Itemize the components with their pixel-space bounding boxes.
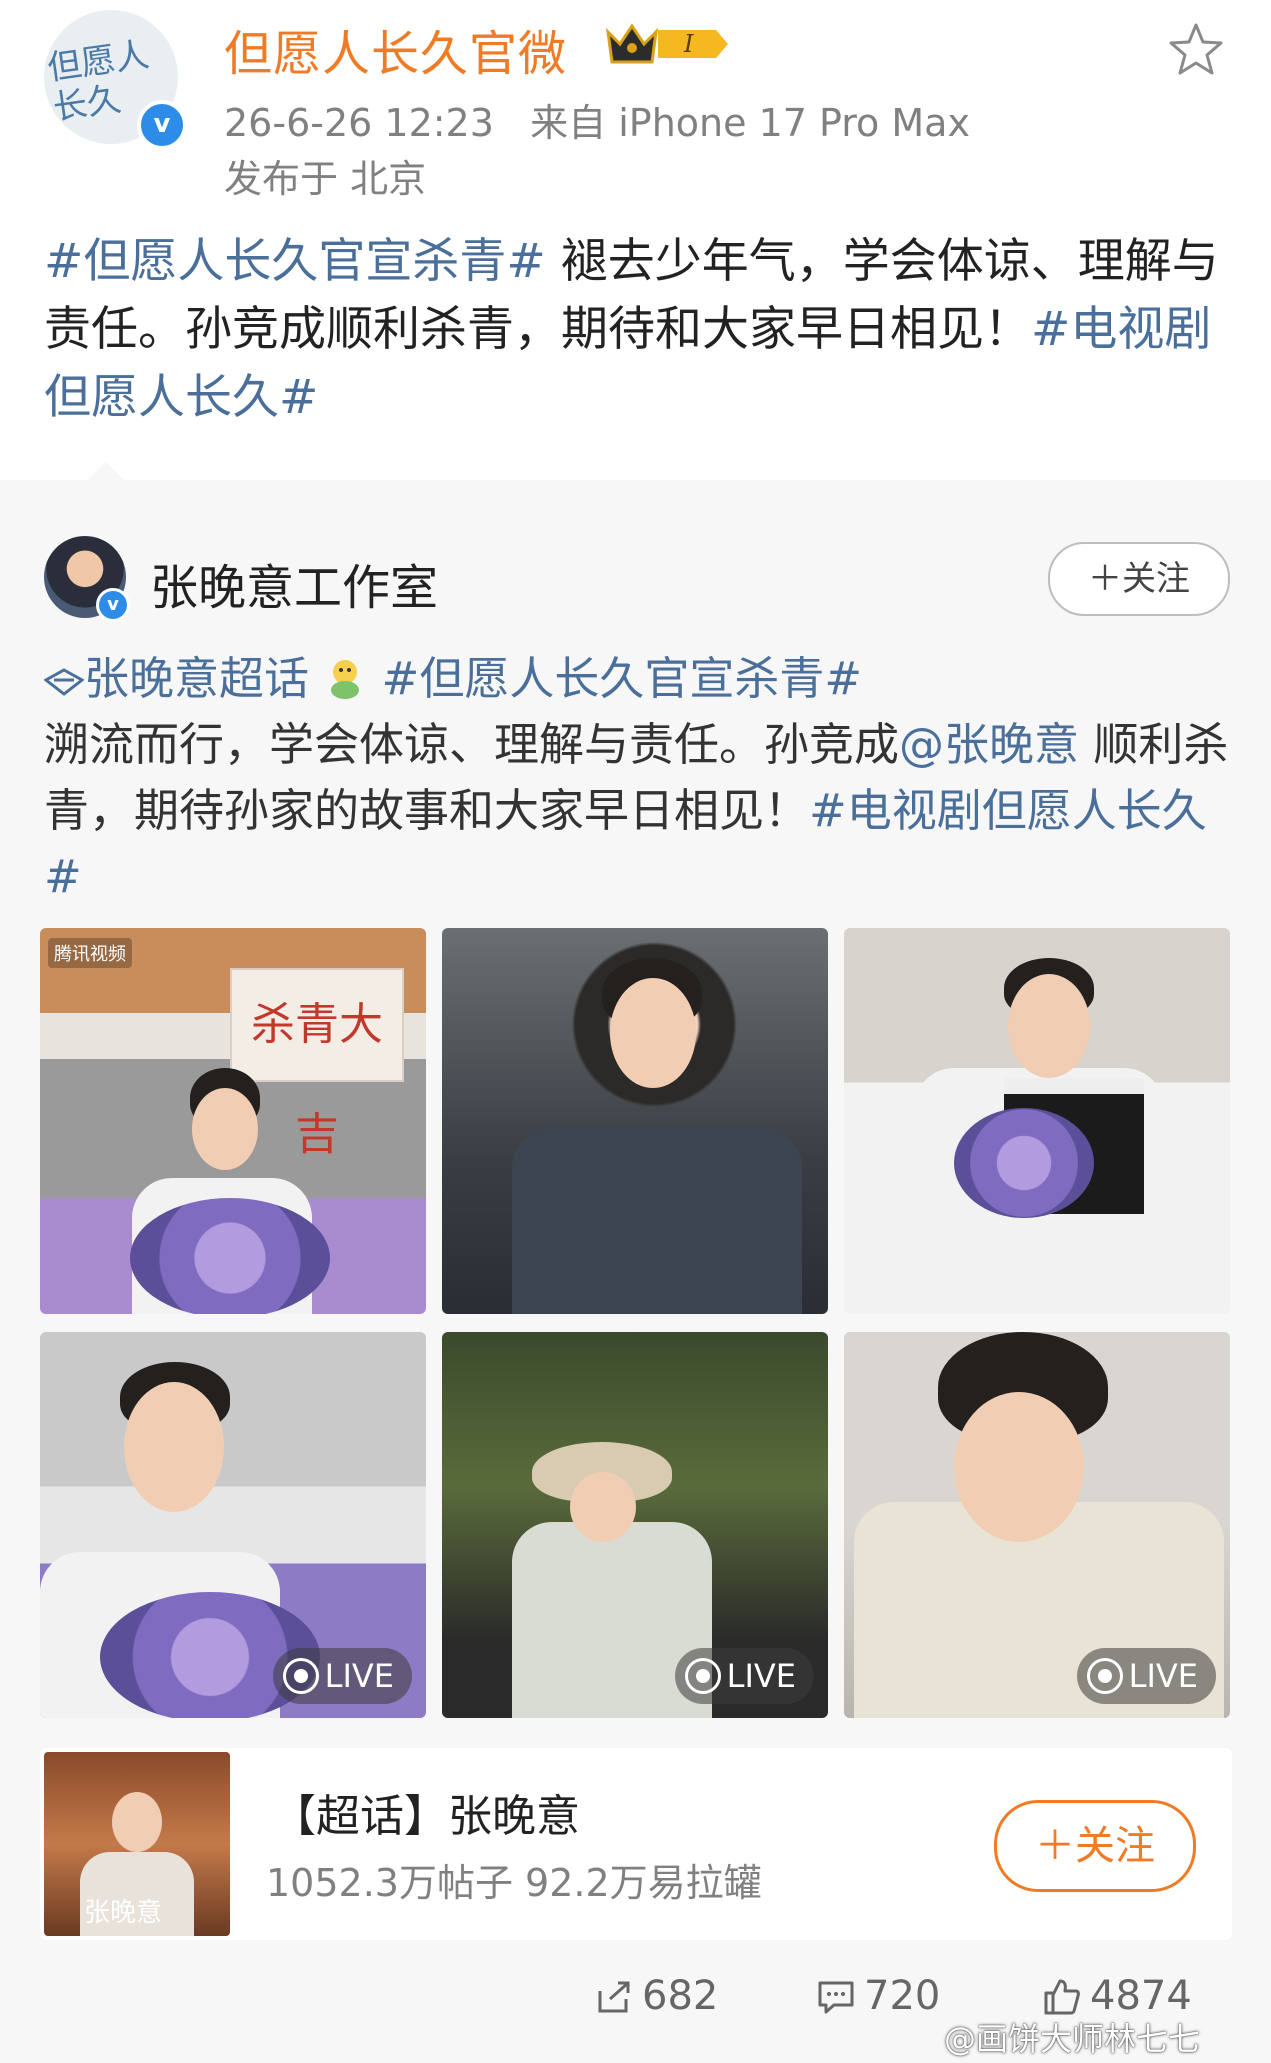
photo-flowers [954, 1108, 1094, 1218]
comment-count: 720 [864, 1973, 941, 2019]
like-icon [1044, 1979, 1080, 2015]
favorite-star-icon[interactable] [1166, 20, 1226, 80]
follow-button[interactable]: ＋关注 [1048, 542, 1230, 616]
repost-icon [598, 1981, 630, 2013]
repost-count: 682 [642, 1973, 719, 2019]
photo-figure [512, 1128, 802, 1314]
supertopic-thumbnail: 张晚意 [44, 1752, 230, 1936]
photo-thumbnail[interactable] [442, 928, 828, 1314]
verified-icon: v [96, 588, 130, 622]
live-label: LIVE [1128, 1657, 1198, 1695]
repost-button[interactable]: 682 [594, 1966, 718, 2026]
hashtag-link[interactable]: #但愿人长久官宣杀青# [44, 234, 546, 289]
badge-level: I [683, 30, 694, 58]
supertopic-card[interactable]: 张晚意 【超话】张晚意 1052.3万帖子 92.2万易拉罐 ＋关注 [40, 1748, 1232, 1940]
supertopic-title: 【超话】张晚意 [272, 1791, 580, 1842]
photo-figure [192, 1088, 258, 1170]
photo-figure [124, 1382, 224, 1512]
post-location: 发布于 北京 [224, 157, 427, 201]
thumb-name: 张晚意 [84, 1898, 163, 1928]
live-icon [282, 1658, 319, 1694]
photo-thumbnail[interactable] [844, 928, 1230, 1314]
original-post: 但愿人长久 v 但愿人长久官微 I 26-6-26 12:23 来自 iPhon… [0, 0, 1271, 480]
live-icon [684, 1658, 721, 1694]
photo-figure [570, 1472, 636, 1542]
photo-thumbnail[interactable]: 腾讯视频 杀青大吉 [40, 928, 426, 1314]
author-name[interactable]: 但愿人长久官微 [224, 14, 567, 84]
thumb-figure [112, 1792, 162, 1852]
live-photo-thumbnail[interactable]: LIVE [844, 1332, 1230, 1718]
repost-caret [86, 462, 126, 482]
wrap-card: 杀青大吉 [230, 968, 404, 1160]
hashtag-link[interactable]: #但愿人长久官宣杀青# [382, 652, 862, 705]
supertopic-stats: 1052.3万帖子 92.2万易拉罐 [266, 1861, 762, 1905]
supertopic-follow-button[interactable]: ＋关注 [994, 1800, 1196, 1892]
crown-badge-icon[interactable]: I [604, 18, 734, 70]
image-grid: 腾讯视频 杀青大吉 LIVE LIVE LIVE [40, 928, 1232, 1718]
weibo-watermark: @画饼大师林七七 [944, 2020, 1201, 2058]
live-label: LIVE [726, 1657, 796, 1695]
comment-button[interactable]: 720 [816, 1966, 940, 2026]
like-count: 4874 [1090, 1973, 1192, 2019]
live-photo-thumbnail[interactable]: LIVE [442, 1332, 828, 1718]
live-photo-thumbnail[interactable]: LIVE [40, 1332, 426, 1718]
repost-author-name[interactable]: 张晚意工作室 [150, 548, 438, 618]
baby-duck-emoji-icon [331, 660, 360, 699]
post-meta: 26-6-26 12:23 来自 iPhone 17 Pro Max [224, 92, 970, 147]
tencent-video-label: 腾讯视频 [48, 938, 132, 968]
photo-flowers [130, 1198, 330, 1314]
comment-icon [818, 1981, 854, 2014]
supertopic-link[interactable]: 张晚意超话 [84, 652, 309, 705]
live-badge[interactable]: LIVE [272, 1648, 412, 1704]
photo-figure [1008, 974, 1090, 1078]
mention-link[interactable]: @张晚意 [899, 718, 1079, 771]
post-source: 来自 iPhone 17 Pro Max [530, 101, 970, 145]
repost-text: 溯流而行，学会体谅、理解与责任。孙竞成 [44, 718, 900, 771]
repost-body: 张晚意超话 #但愿人长久官宣杀青# 溯流而行，学会体谅、理解与责任。孙竞成@张晚… [44, 646, 1234, 910]
live-label: LIVE [324, 1657, 394, 1695]
post-timestamp: 26-6-26 12:23 [224, 101, 494, 145]
live-icon [1086, 1658, 1123, 1694]
verified-icon: v [137, 100, 187, 150]
post-body: #但愿人长久官宣杀青# 褪去少年气，学会体谅、理解与责任。孙竞成顺利杀青，期待和… [44, 228, 1234, 432]
supertopic-diamond-icon [44, 668, 84, 696]
live-badge[interactable]: LIVE [1076, 1648, 1216, 1704]
photo-figure [610, 978, 696, 1088]
live-badge[interactable]: LIVE [674, 1648, 814, 1704]
photo-figure [954, 1392, 1084, 1542]
